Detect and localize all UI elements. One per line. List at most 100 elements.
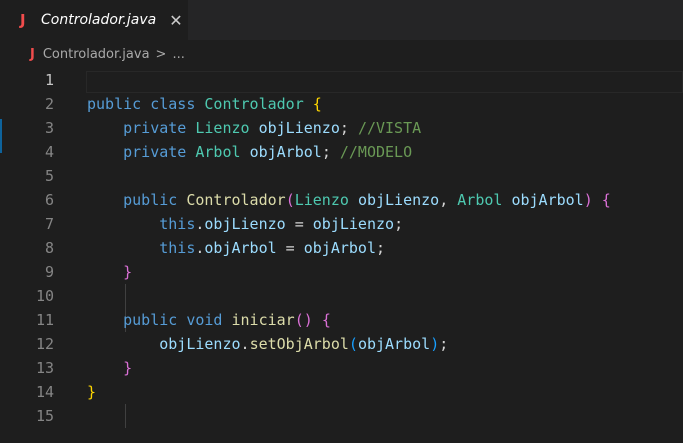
code-token: ,	[439, 191, 458, 209]
code-token: Lienzo	[294, 191, 349, 209]
close-icon[interactable]: ✕	[169, 11, 182, 30]
code-token: private	[123, 119, 187, 137]
code-token: }	[87, 383, 97, 401]
breadcrumb-symbol[interactable]: ...	[172, 47, 184, 62]
tab-bar: J Controlador.java ✕	[0, 0, 683, 40]
code-token: ;	[376, 239, 386, 257]
code-text: }	[87, 356, 132, 380]
code-line[interactable]: 6 public Controlador(Lienzo objLienzo, A…	[0, 188, 683, 212]
code-token: //MODELO	[339, 143, 413, 161]
code-token: ;	[394, 215, 404, 233]
chevron-right-icon: >	[155, 46, 167, 62]
tab-label: Controlador.java	[41, 12, 157, 28]
code-token: objLienzo	[204, 215, 286, 233]
code-token: Controlador	[204, 95, 304, 113]
line-number: 7	[44, 215, 54, 233]
code-token: objLienzo	[312, 215, 395, 233]
code-token: objArbol	[511, 191, 584, 209]
code-token: }	[123, 263, 133, 281]
line-number: 9	[44, 263, 54, 281]
code-token: )	[430, 335, 440, 353]
code-text: public class Controlador {	[87, 92, 322, 116]
code-line[interactable]: 14}	[0, 380, 683, 404]
code-token: objLienzo	[357, 191, 440, 209]
code-token: =	[285, 215, 313, 233]
code-token: public	[87, 95, 142, 113]
line-number: 6	[44, 191, 54, 209]
code-token: class	[150, 95, 196, 113]
code-token: (	[285, 191, 295, 209]
code-line[interactable]: 8 this.objArbol = objArbol;	[0, 236, 683, 260]
code-token: {	[312, 95, 322, 113]
code-token: objArbol	[249, 143, 322, 161]
java-icon: J	[20, 11, 26, 29]
code-token: {	[601, 191, 611, 209]
code-token: setObjArbol	[249, 335, 349, 353]
code-line[interactable]: 2 public class Controlador {	[0, 92, 683, 116]
code-text: public void iniciar() {	[87, 308, 331, 332]
line-number: 8	[44, 239, 54, 257]
line-number: 10	[35, 287, 54, 305]
code-token: ()	[294, 311, 313, 329]
code-line[interactable]: 4 private Arbol objArbol; //MODELO	[0, 140, 683, 164]
code-token: public	[123, 191, 178, 209]
code-token: this	[159, 215, 196, 233]
java-icon: J	[30, 46, 35, 62]
code-token: ;	[339, 119, 358, 137]
code-text: this.objLienzo = objLienzo;	[87, 212, 403, 236]
code-token: Arbol	[195, 143, 241, 161]
code-line[interactable]: 5	[0, 164, 683, 188]
code-token: //VISTA	[357, 119, 422, 137]
line-number: 4	[44, 143, 54, 161]
code-token: private	[123, 143, 187, 161]
code-token: iniciar	[231, 311, 295, 329]
code-line[interactable]: 9 }	[0, 260, 683, 284]
code-text: }	[87, 260, 132, 284]
code-token: ;	[439, 335, 449, 353]
code-text: private Arbol objArbol; //MODELO	[87, 140, 412, 164]
code-token: Controlador	[186, 191, 286, 209]
code-line[interactable]: 13 }	[0, 356, 683, 380]
code-token: Lienzo	[195, 119, 250, 137]
code-token: objArbol	[303, 239, 376, 257]
code-token: void	[186, 311, 223, 329]
code-token: =	[276, 239, 304, 257]
code-line[interactable]: 11 public void iniciar() {	[0, 308, 683, 332]
code-token: {	[321, 311, 331, 329]
breadcrumb: J Controlador.java > ...	[0, 40, 683, 68]
code-editor[interactable]: 1 2 public class Controlador {3 private Li…	[0, 68, 683, 443]
code-line[interactable]: 10	[0, 284, 683, 308]
code-line[interactable]: 12 objLienzo.setObjArbol(objArbol);	[0, 332, 683, 356]
code-line[interactable]: 7 this.objLienzo = objLienzo;	[0, 212, 683, 236]
code-token: objArbol	[204, 239, 277, 257]
code-line[interactable]: 15	[0, 404, 683, 428]
line-number: 11	[35, 311, 54, 329]
line-number: 13	[35, 359, 54, 377]
breadcrumb-file[interactable]: Controlador.java	[43, 47, 150, 62]
code-text: }	[87, 380, 96, 404]
tab-controlador-java[interactable]: J Controlador.java ✕	[0, 0, 188, 40]
code-text: this.objArbol = objArbol;	[87, 236, 385, 260]
code-text: private Lienzo objLienzo; //VISTA	[87, 116, 421, 140]
code-line[interactable]: 1	[0, 68, 683, 92]
code-token: .	[240, 335, 250, 353]
code-token: public	[123, 311, 178, 329]
code-line[interactable]: 3 private Lienzo objLienzo; //VISTA	[0, 116, 683, 140]
code-token: (	[348, 335, 358, 353]
line-number: 12	[35, 335, 54, 353]
